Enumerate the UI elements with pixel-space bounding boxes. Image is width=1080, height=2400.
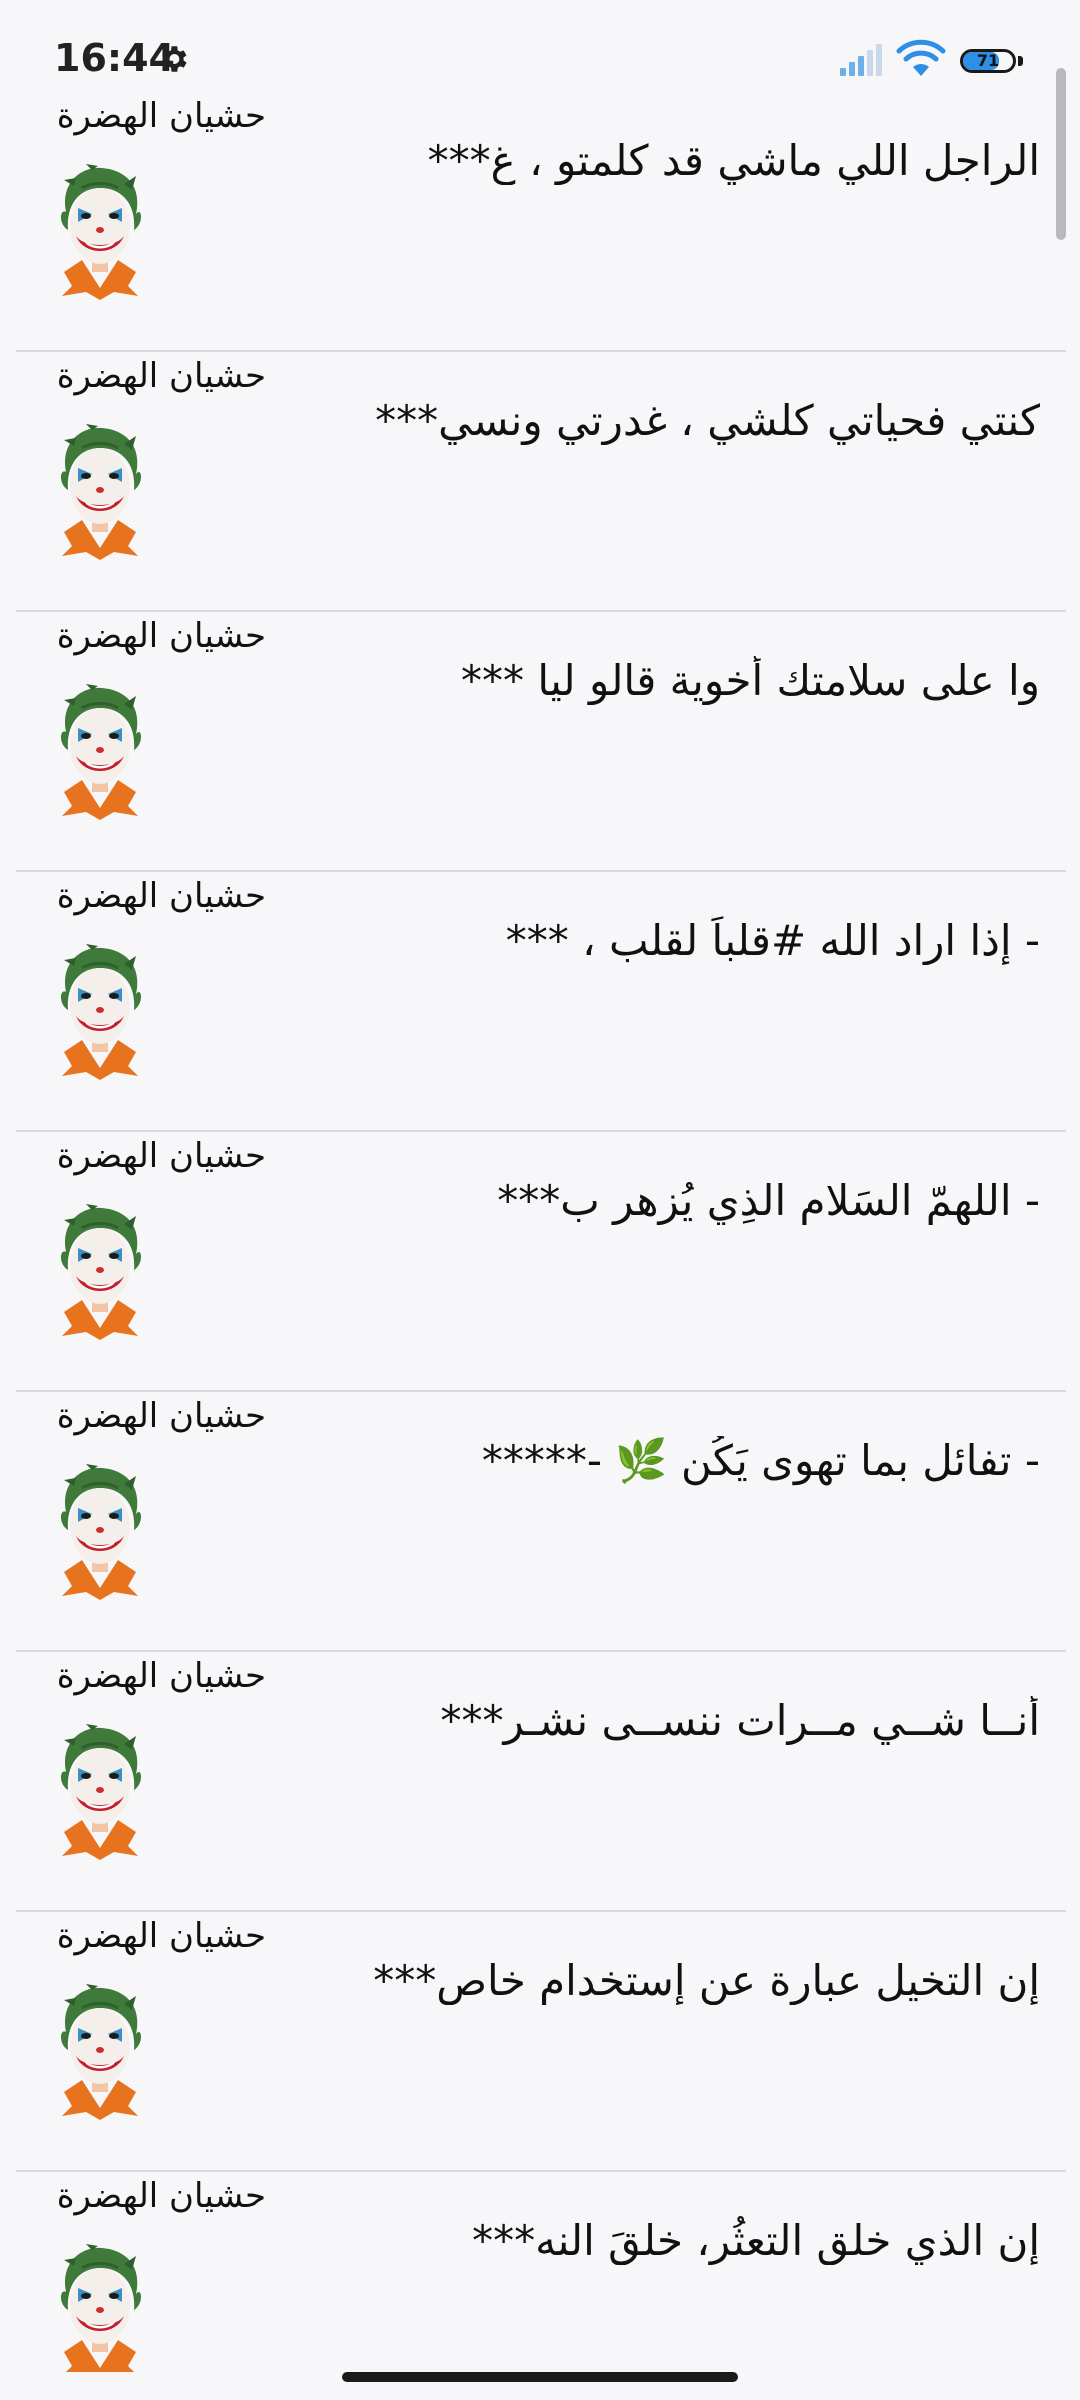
joker-avatar-icon xyxy=(59,1984,143,2120)
battery-level: 71 xyxy=(976,51,1000,70)
list-item[interactable]: حشيان الهضرة إن الذي خلق التعثُر، خلقَ ا… xyxy=(0,2172,1080,2372)
post-text: وا على سلامتك أخوية قالو ليا *** xyxy=(460,656,1040,705)
author-name: حشيان الهضرة xyxy=(56,1396,266,1436)
gear-icon xyxy=(162,46,187,72)
list-item[interactable]: حشيان الهضرة الراجل اللي ماشي قد كلمتو ،… xyxy=(0,92,1080,352)
author-name: حشيان الهضرة xyxy=(56,616,266,656)
battery-cap xyxy=(1018,56,1023,66)
battery-icon: 71 xyxy=(960,49,1016,73)
home-indicator[interactable] xyxy=(342,2372,738,2382)
list-item[interactable]: حشيان الهضرة أنــا شــي مــرات ننســى نش… xyxy=(0,1652,1080,1912)
scrollbar[interactable] xyxy=(1056,68,1066,240)
author-name: حشيان الهضرة xyxy=(56,96,266,136)
list-item[interactable]: حشيان الهضرة إن التخيل عبارة عن إستخدام … xyxy=(0,1912,1080,2172)
posts-list[interactable]: حشيان الهضرة الراجل اللي ماشي قد كلمتو ،… xyxy=(0,92,1080,2372)
joker-avatar-icon xyxy=(59,684,143,820)
post-text: الراجل اللي ماشي قد كلمتو ، غ*** xyxy=(427,136,1040,185)
joker-avatar-icon xyxy=(59,1724,143,1860)
post-text: إن التخيل عبارة عن إستخدام خاص*** xyxy=(373,1956,1040,2005)
joker-avatar-icon xyxy=(59,1204,143,1340)
author-name: حشيان الهضرة xyxy=(56,1656,266,1696)
joker-avatar-icon xyxy=(59,944,143,1080)
wifi-icon xyxy=(896,39,946,76)
list-item[interactable]: حشيان الهضرة - إذا اراد الله #قلباً لقلب… xyxy=(0,872,1080,1132)
author-name: حشيان الهضرة xyxy=(56,1916,266,1956)
joker-avatar-icon xyxy=(59,2244,143,2372)
post-text: - تفائل بما تهوى يَكُن 🌿 -***** xyxy=(481,1436,1040,1485)
author-name: حشيان الهضرة xyxy=(56,2176,266,2216)
list-item[interactable]: حشيان الهضرة - تفائل بما تهوى يَكُن 🌿 -*… xyxy=(0,1392,1080,1652)
post-text: كنتي فحياتي كلشي ، غدرتي ونسي*** xyxy=(375,396,1040,445)
list-item[interactable]: حشيان الهضرة وا على سلامتك أخوية قالو لي… xyxy=(0,612,1080,872)
author-name: حشيان الهضرة xyxy=(56,876,266,916)
joker-avatar-icon xyxy=(59,424,143,560)
list-item[interactable]: حشيان الهضرة - اللهمّ السَلام الذِي يُزه… xyxy=(0,1132,1080,1392)
post-text: إن الذي خلق التعثُر، خلقَ النه*** xyxy=(472,2216,1040,2265)
joker-avatar-icon xyxy=(59,164,143,300)
joker-avatar-icon xyxy=(59,1464,143,1600)
signal-icon xyxy=(840,44,882,76)
author-name: حشيان الهضرة xyxy=(56,356,266,396)
list-item[interactable]: حشيان الهضرة كنتي فحياتي كلشي ، غدرتي ون… xyxy=(0,352,1080,612)
post-text: - إذا اراد الله #قلباً لقلب ، *** xyxy=(505,916,1040,965)
author-name: حشيان الهضرة xyxy=(56,1136,266,1176)
post-text: - اللهمّ السَلام الذِي يُزهر ب*** xyxy=(497,1176,1040,1225)
post-text: أنــا شــي مــرات ننســى نشـر*** xyxy=(440,1696,1040,1745)
